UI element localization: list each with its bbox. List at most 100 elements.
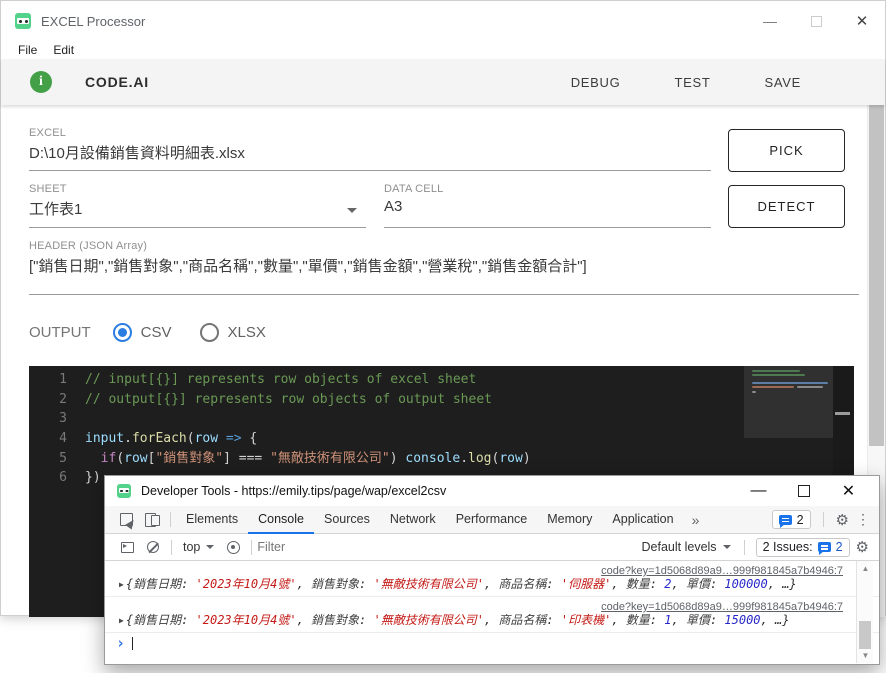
close-button[interactable]: ✕ bbox=[839, 6, 885, 36]
minimize-button[interactable]: — bbox=[747, 6, 793, 36]
line-number: 3 bbox=[59, 411, 67, 427]
expander-triangle-icon[interactable]: ▶ bbox=[119, 612, 124, 629]
window-title: EXCEL Processor bbox=[41, 13, 146, 29]
scroll-down-icon[interactable]: ▼ bbox=[857, 651, 874, 660]
radio-csv-label[interactable]: CSV bbox=[141, 324, 172, 341]
tab-sources[interactable]: Sources bbox=[314, 506, 380, 534]
issues-counter[interactable]: 2 Issues: 2 bbox=[755, 537, 850, 557]
tab-console[interactable]: Console bbox=[248, 506, 314, 534]
issues-badge[interactable]: 2 bbox=[771, 510, 811, 529]
header-field-underline bbox=[29, 294, 859, 295]
divider bbox=[822, 512, 824, 527]
menubar: File Edit bbox=[1, 41, 885, 59]
kebab-menu-icon[interactable]: ⋮ bbox=[856, 511, 870, 528]
sheet-field-label: SHEET bbox=[29, 183, 67, 195]
code-line[interactable]: 1 // input[{}] represents row objects of … bbox=[29, 370, 854, 390]
code-line[interactable]: 5 if(row["銷售對象"] === "無敵技術有限公司") console… bbox=[29, 449, 854, 469]
devtools-close-button[interactable]: ✕ bbox=[826, 479, 871, 503]
data-cell-field-value[interactable]: A3 bbox=[384, 198, 402, 215]
line-number: 4 bbox=[59, 431, 67, 447]
radio-xlsx[interactable] bbox=[199, 322, 219, 342]
text-cursor bbox=[132, 636, 134, 650]
excel-field-value[interactable]: D:\10月設備銷售資料明細表.xlsx bbox=[29, 142, 245, 163]
radio-xlsx-label[interactable]: XLSX bbox=[228, 324, 266, 341]
radio-csv[interactable] bbox=[112, 322, 132, 342]
brand-title: CODE.AI bbox=[85, 74, 149, 90]
code-line[interactable]: 3 bbox=[29, 409, 854, 429]
issues-count: 2 bbox=[835, 540, 843, 554]
detect-button[interactable]: DETECT bbox=[728, 185, 845, 228]
info-icon: i bbox=[30, 71, 52, 93]
header-field-value[interactable]: ["銷售日期","銷售對象","商品名稱","數量","單價","銷售金額","… bbox=[29, 255, 587, 276]
data-cell-field-label: DATA CELL bbox=[384, 183, 444, 195]
devtools-scrollbar-thumb[interactable] bbox=[859, 621, 871, 649]
devtools-scrollbar[interactable]: ▲ ▼ bbox=[856, 561, 873, 663]
sheet-dropdown-arrow-icon[interactable] bbox=[347, 208, 357, 213]
sheet-select-value[interactable]: 工作表1 bbox=[29, 198, 82, 219]
minimap-line bbox=[797, 386, 823, 388]
devtools-minimize-button[interactable]: — bbox=[736, 479, 781, 503]
app-icon bbox=[15, 13, 31, 29]
settings-gear-icon[interactable]: ⚙ bbox=[836, 511, 849, 529]
minimap-line bbox=[752, 391, 756, 393]
console-sidebar-icon[interactable] bbox=[114, 534, 140, 560]
header-field-label: HEADER (JSON Array) bbox=[29, 240, 148, 252]
sheet-field-underline bbox=[29, 227, 366, 228]
app-toolbar: i CODE.AI DEBUG TEST SAVE bbox=[1, 59, 885, 105]
object-preview[interactable]: ▶ {銷售日期: '2023年10月4號', 銷售對象: '無敵技術有限公司', … bbox=[105, 612, 879, 629]
device-toolbar-icon[interactable] bbox=[139, 507, 165, 533]
menu-edit[interactable]: Edit bbox=[53, 43, 74, 57]
live-expression-eye-icon[interactable] bbox=[220, 534, 246, 560]
inspect-element-icon[interactable] bbox=[113, 507, 139, 533]
editor-scrollbar-thumb[interactable] bbox=[835, 412, 850, 415]
excel-field-underline bbox=[29, 170, 711, 171]
minimap-line bbox=[752, 370, 800, 372]
maximize-button[interactable] bbox=[793, 6, 839, 36]
console-prompt[interactable]: › bbox=[105, 633, 879, 653]
code-text: // input[{}] represents row objects of e… bbox=[85, 372, 477, 387]
console-entry: code?key=1d5068d89a9…999f981845a7b4946:7… bbox=[105, 597, 879, 633]
filter-input[interactable] bbox=[257, 540, 634, 554]
tab-elements[interactable]: Elements bbox=[176, 506, 248, 534]
minimap-line bbox=[752, 382, 828, 384]
output-row: OUTPUT CSV XLSX bbox=[29, 319, 294, 345]
prompt-chevron-icon: › bbox=[116, 634, 126, 652]
tab-performance[interactable]: Performance bbox=[446, 506, 538, 534]
console-settings-gear-icon[interactable]: ⚙ bbox=[856, 538, 879, 556]
test-button[interactable]: TEST bbox=[674, 75, 710, 90]
issues-bubble-icon bbox=[778, 514, 792, 528]
app-scrollbar-thumb[interactable] bbox=[869, 79, 884, 446]
devtools-tabbar: Elements Console Sources Network Perform… bbox=[105, 506, 879, 534]
line-number: 2 bbox=[59, 391, 67, 407]
devtools-maximize-button[interactable] bbox=[781, 479, 826, 503]
divider bbox=[171, 539, 172, 555]
scroll-up-icon[interactable]: ▲ bbox=[857, 564, 874, 573]
more-tabs-icon[interactable]: » bbox=[684, 512, 708, 528]
line-number: 5 bbox=[59, 450, 67, 466]
tab-application[interactable]: Application bbox=[602, 506, 683, 534]
data-cell-field-underline bbox=[384, 227, 711, 228]
menu-file[interactable]: File bbox=[18, 43, 37, 57]
code-lines: 1 // input[{}] represents row objects of … bbox=[29, 366, 854, 488]
debug-button[interactable]: DEBUG bbox=[571, 75, 621, 90]
devtools-titlebar: Developer Tools - https://emily.tips/pag… bbox=[105, 476, 879, 506]
tab-network[interactable]: Network bbox=[380, 506, 446, 534]
log-levels-selector[interactable]: Default levels bbox=[634, 540, 739, 554]
tab-memory[interactable]: Memory bbox=[537, 506, 602, 534]
expander-triangle-icon[interactable]: ▶ bbox=[119, 576, 124, 593]
pick-button[interactable]: PICK bbox=[728, 129, 845, 172]
editor-minimap[interactable] bbox=[744, 366, 833, 438]
output-label: OUTPUT bbox=[29, 323, 91, 341]
code-line[interactable]: 4 input.forEach(row => { bbox=[29, 429, 854, 449]
minimap-line bbox=[752, 374, 805, 376]
titlebar: EXCEL Processor — ✕ bbox=[1, 1, 885, 41]
divider bbox=[743, 539, 745, 555]
object-preview[interactable]: ▶ {銷售日期: '2023年10月4號', 銷售對象: '無敵技術有限公司', … bbox=[105, 576, 879, 593]
dropdown-caret-icon bbox=[722, 545, 731, 549]
save-button[interactable]: SAVE bbox=[764, 75, 801, 90]
code-text: // output[{}] represents row objects of … bbox=[85, 391, 492, 407]
clear-console-icon[interactable] bbox=[140, 534, 166, 560]
context-selector[interactable]: top bbox=[177, 540, 220, 554]
code-line[interactable]: 2 // output[{}] represents row objects of… bbox=[29, 390, 854, 410]
